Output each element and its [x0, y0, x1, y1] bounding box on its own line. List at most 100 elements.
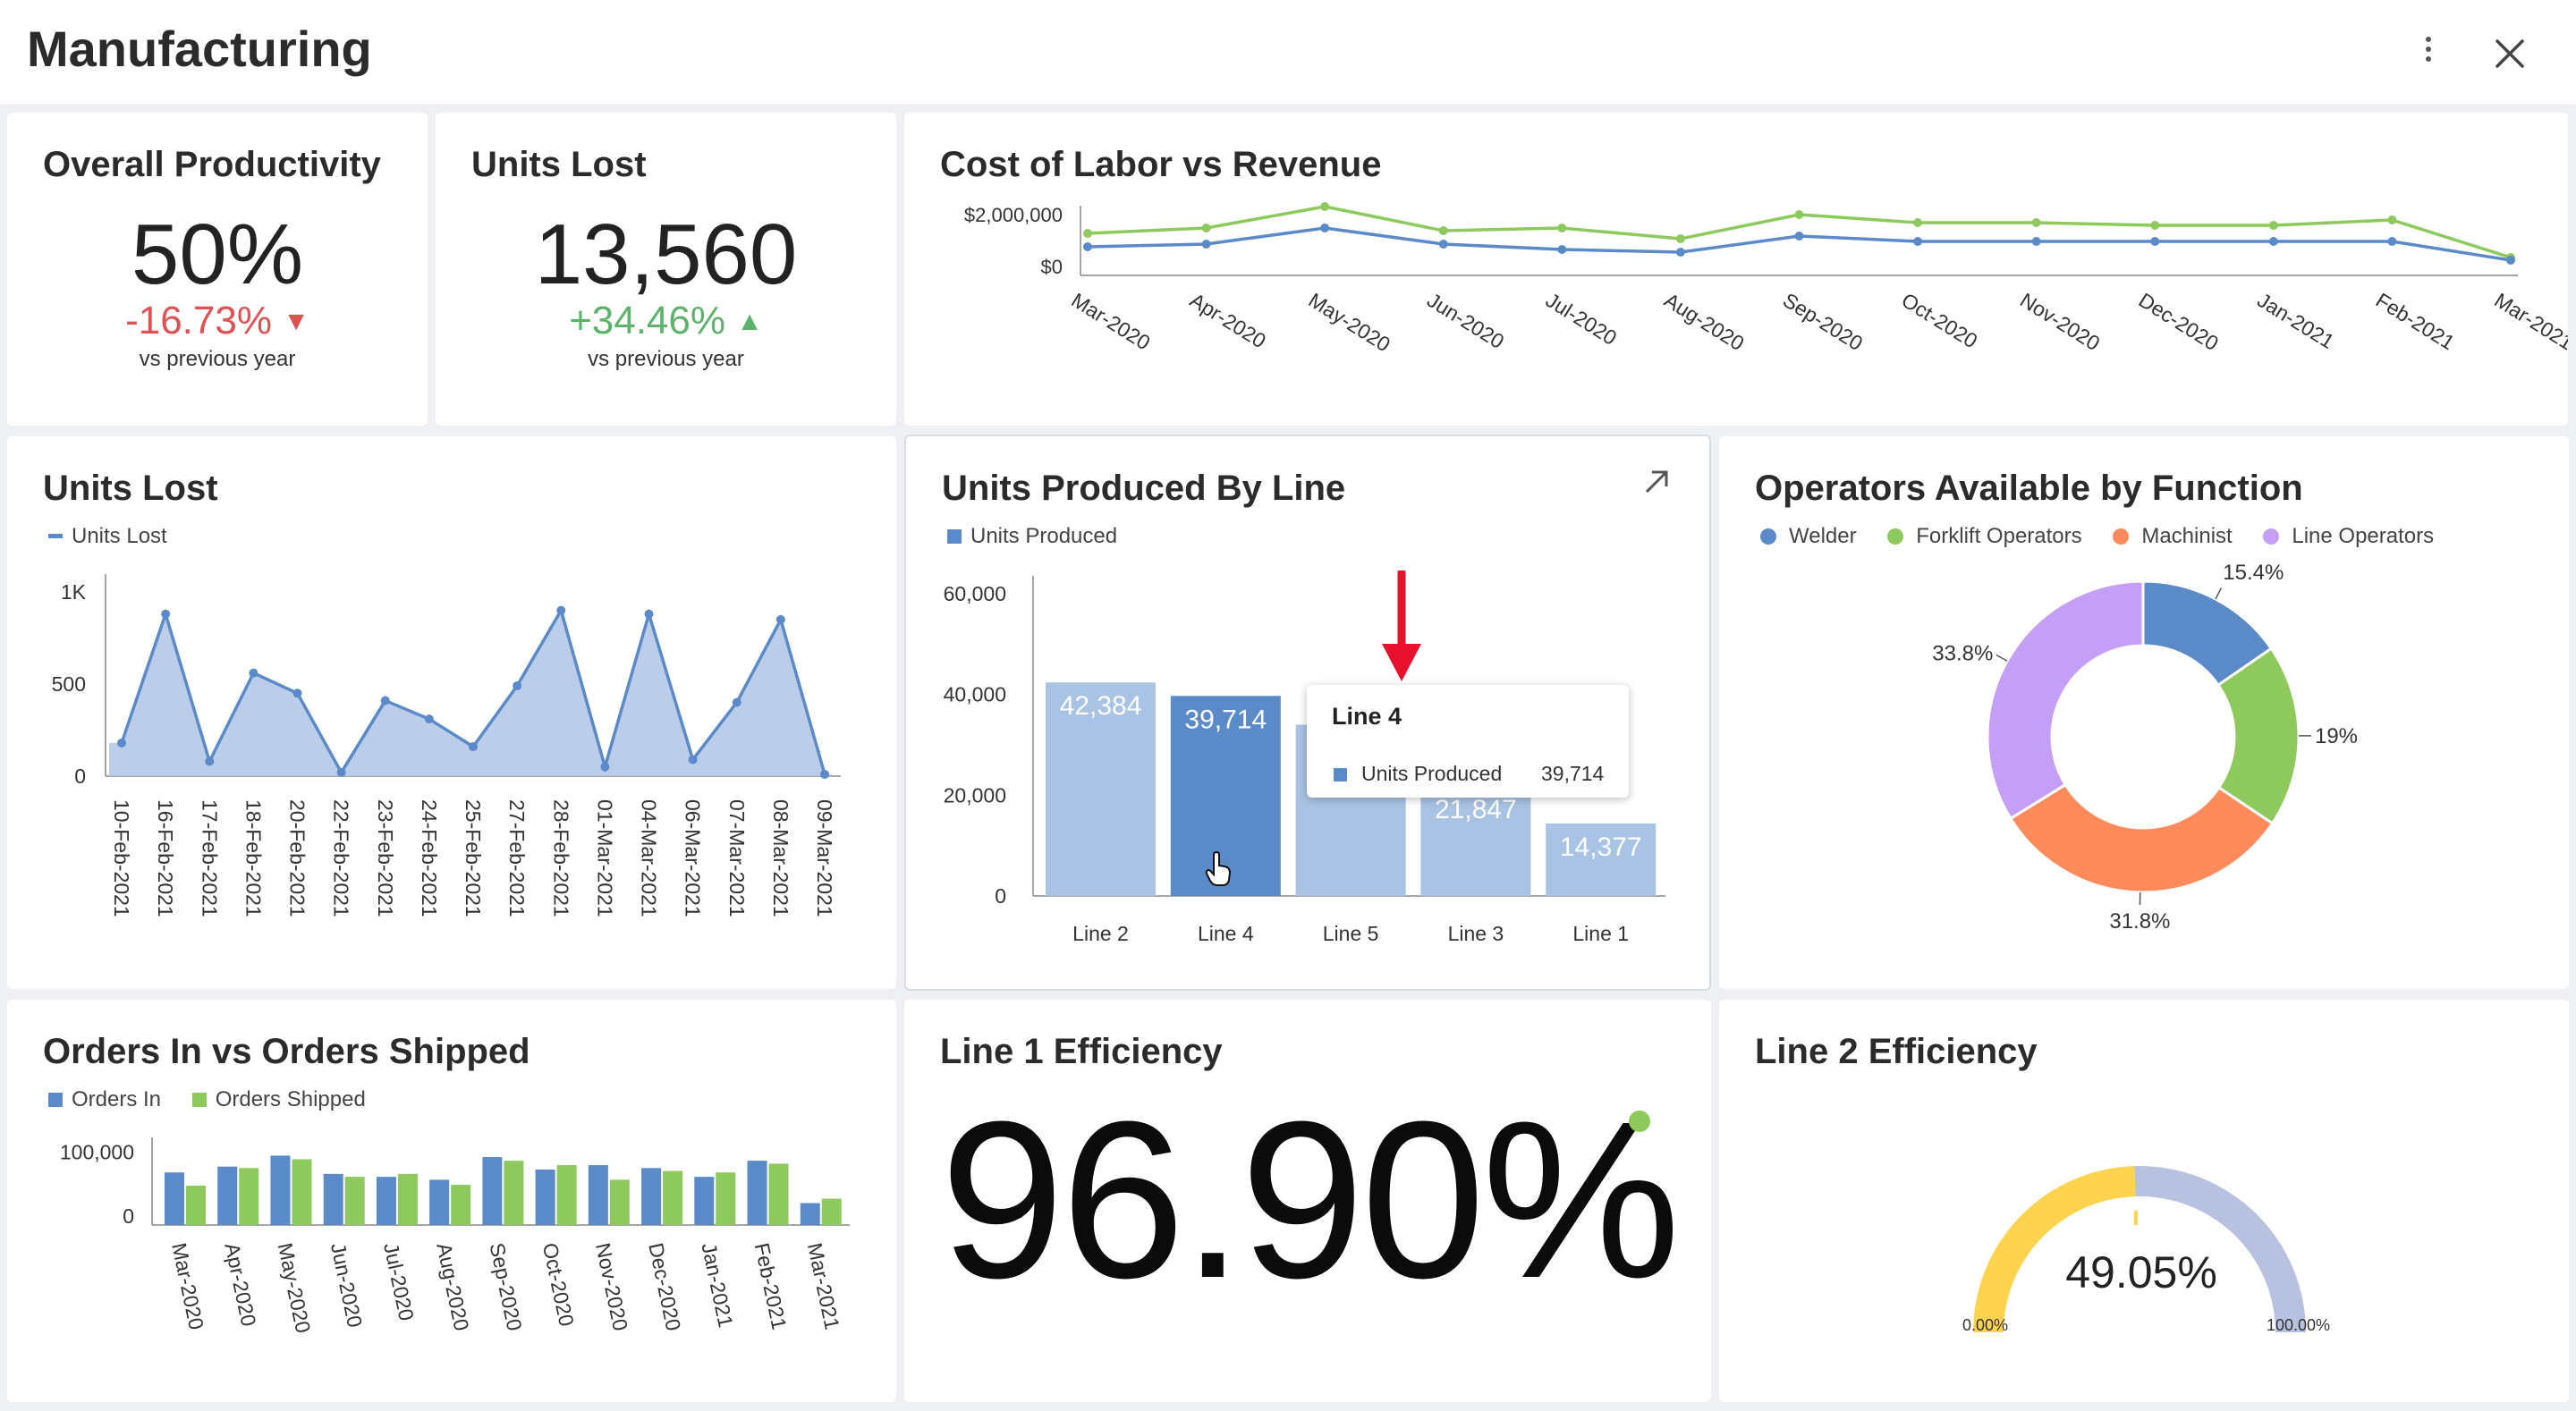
bar-value-label: 14,377	[1560, 832, 1642, 862]
card-title: Line 1 Efficiency	[940, 1032, 1223, 1071]
operators-card[interactable]: Operators Available by Function Welder F…	[1719, 436, 2569, 989]
y-tick-label: 60,000	[944, 582, 1006, 605]
y-tick-label: 0	[74, 765, 86, 788]
bar	[747, 1161, 767, 1225]
data-point	[1083, 229, 1092, 238]
data-point	[1794, 232, 1804, 241]
units-lost-kpi-card[interactable]: Units Lost 13,560 +34.46% ▲ vs previous …	[436, 113, 896, 426]
units-lost-chart-card[interactable]: Units Lost Units Lost 1K 500 0 10-Feb-2021 1…	[7, 436, 896, 989]
efficiency-value: 96.90%	[940, 1075, 1681, 1324]
x-tick-label: Mar-2020	[167, 1241, 208, 1332]
data-point	[1557, 224, 1567, 232]
bar-value-label: 21,847	[1435, 795, 1517, 824]
x-tick-label: 28-Feb-2021	[549, 799, 572, 917]
bar	[344, 1177, 365, 1225]
donut-slice	[2008, 782, 2275, 894]
slice-label: 33.8%	[1932, 641, 1993, 665]
line1-efficiency-card[interactable]: Line 1 Efficiency 96.90%	[904, 1000, 1711, 1402]
y-tick-label: 1K	[61, 580, 87, 604]
data-point	[2387, 237, 2397, 246]
close-icon[interactable]	[2492, 36, 2528, 72]
x-tick-label: 20-Feb-2021	[286, 799, 309, 917]
data-point	[556, 605, 566, 615]
x-tick-label: 16-Feb-2021	[154, 799, 177, 917]
bar	[663, 1170, 683, 1225]
data-point	[249, 668, 258, 678]
bar	[239, 1168, 259, 1225]
orders-card[interactable]: Orders In vs Orders Shipped Orders In Or…	[7, 1000, 896, 1402]
data-point	[1320, 202, 1330, 211]
x-tick-label: Feb-2021	[2372, 288, 2459, 354]
units-produced-card[interactable]: Units Produced By Line Units Produced 60…	[904, 435, 1711, 991]
bar	[376, 1177, 396, 1225]
data-point	[380, 696, 390, 706]
slice-label: 15.4%	[2223, 561, 2284, 585]
labor-revenue-card[interactable]: Cost of Labor vs Revenue $2,000,000 $0 Mar…	[904, 113, 2568, 426]
x-tick-label: Aug-2020	[432, 1241, 473, 1333]
data-point	[1438, 240, 1448, 249]
status-dot	[1629, 1111, 1650, 1132]
kpi-delta: -16.73% ▼	[7, 299, 428, 343]
data-point	[161, 609, 171, 619]
data-point	[1201, 224, 1211, 232]
tooltip-series: Units Produced	[1361, 762, 1503, 785]
x-tick-label: May-2020	[1305, 288, 1395, 356]
line2-efficiency-card[interactable]: Line 2 Efficiency 49.05% 0.00% 100.00%	[1719, 1000, 2569, 1402]
efficiency-gauge	[1973, 1166, 2306, 1332]
y-tick-label: 500	[52, 672, 86, 696]
operators-donut-chart: 15.4% 19% 31.8% 33.8%	[1932, 561, 2358, 934]
data-point	[1794, 210, 1804, 219]
data-point	[2031, 218, 2041, 227]
bar	[451, 1185, 471, 1225]
data-point	[1675, 248, 1685, 257]
y-tick-label: 100,000	[60, 1140, 134, 1163]
bar	[588, 1165, 608, 1225]
data-point	[2150, 237, 2160, 246]
bar	[556, 1165, 577, 1225]
x-tick-label: Nov-2020	[591, 1241, 632, 1333]
leader-line	[2215, 587, 2223, 600]
x-tick-label: Line 1	[1572, 922, 1629, 945]
tooltip-row: Units Produced	[1334, 762, 1502, 786]
gauge-max-label: 100.00%	[2267, 1316, 2331, 1334]
bar	[768, 1163, 789, 1225]
x-tick-label: Dec-2020	[644, 1241, 685, 1333]
x-tick-label: 07-Mar-2021	[725, 799, 749, 917]
data-point	[1083, 242, 1092, 251]
x-tick-label: 04-Mar-2021	[638, 799, 661, 917]
data-point	[600, 762, 610, 772]
x-tick-label: May-2020	[274, 1241, 316, 1335]
data-point	[732, 697, 741, 707]
orders-chart: 100,000 0 Mar-2020 Apr-2020 May-2020 Jun-2020…	[60, 1137, 850, 1335]
x-tick-label: Apr-2020	[1186, 288, 1270, 352]
x-tick-label: Mar-2021	[2490, 288, 2568, 354]
chart-tooltip: Line 4 Units Produced 39,714	[1307, 685, 1629, 798]
data-point	[2150, 221, 2160, 230]
productivity-card[interactable]: Overall Productivity 50% -16.73% ▼ vs pr…	[7, 113, 428, 426]
y-tick-label: 0	[123, 1204, 134, 1228]
bar	[716, 1172, 736, 1225]
gauge-value: 49.05%	[2065, 1247, 2217, 1297]
hand-cursor-icon	[1205, 850, 1233, 891]
data-point	[469, 742, 478, 752]
tooltip-value: 39,714	[1541, 762, 1605, 785]
x-tick-label: Jan-2021	[2253, 288, 2338, 353]
app-header: Manufacturing	[0, 0, 2576, 104]
up-triangle-icon: ▲	[736, 307, 763, 336]
x-tick-label: Sep-2020	[1779, 288, 1867, 355]
x-tick-label: 01-Mar-2021	[593, 799, 616, 917]
more-options-icon[interactable]	[2415, 32, 2442, 75]
x-tick-label: Oct-2020	[538, 1241, 579, 1329]
data-point	[1320, 224, 1330, 232]
x-tick-label: 10-Feb-2021	[110, 799, 133, 917]
slice-label: 31.8%	[2109, 909, 2170, 934]
data-point	[1438, 226, 1448, 235]
bar	[482, 1157, 503, 1225]
x-tick-label: Oct-2020	[1897, 288, 1981, 352]
y-tick-label: 20,000	[944, 783, 1006, 807]
bar	[535, 1169, 555, 1225]
data-point	[1913, 218, 1923, 227]
x-tick-label: 09-Mar-2021	[813, 799, 836, 917]
x-tick-label: Jan-2021	[697, 1241, 737, 1330]
data-point	[1913, 237, 1923, 246]
